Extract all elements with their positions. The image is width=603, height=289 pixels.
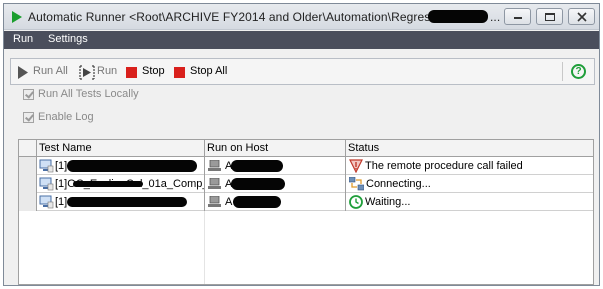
test-grid: Test Name Run on Host Status [1] A The r… <box>18 139 594 285</box>
status-text: Waiting... <box>365 196 411 208</box>
host-computer-icon <box>208 160 221 171</box>
column-header-run-on-host[interactable]: Run on Host <box>204 140 345 157</box>
maximize-icon <box>545 13 555 21</box>
redaction-mark <box>67 197 187 207</box>
column-header-status[interactable]: Status <box>345 140 593 157</box>
stop-button[interactable]: Stop <box>126 65 168 80</box>
toolbar: Run All Run Stop Stop All ? <box>10 58 595 85</box>
host-computer-icon <box>208 178 221 189</box>
minimize-button[interactable] <box>504 8 531 25</box>
title-bar[interactable]: Automatic Runner <Root\ARCHIVE FY2014 an… <box>4 4 599 30</box>
test-name: [1] <box>55 160 68 172</box>
minimize-icon <box>514 17 522 19</box>
test-computer-icon <box>39 159 54 173</box>
menu-settings[interactable]: Settings <box>48 33 88 45</box>
test-computer-icon <box>39 177 54 191</box>
redaction-mark <box>231 178 285 190</box>
row-header[interactable] <box>19 193 37 211</box>
redaction-mark <box>73 181 143 187</box>
column-divider <box>204 211 205 284</box>
run-button[interactable]: Run <box>79 65 121 80</box>
close-button[interactable] <box>568 8 595 25</box>
toolbar-separator <box>562 62 563 81</box>
close-icon <box>577 12 587 22</box>
test-name: [1] <box>55 196 68 208</box>
host-cell: A <box>205 175 346 193</box>
status-text: The remote procedure call failed <box>365 160 523 172</box>
host-cell: A <box>205 193 346 211</box>
stop-icon <box>126 67 137 78</box>
checkbox-check-icon <box>23 89 34 100</box>
run-single-icon <box>79 65 95 80</box>
maximize-button[interactable] <box>536 8 563 25</box>
column-header-test-name[interactable]: Test Name <box>36 140 204 157</box>
automatic-runner-window: Automatic Runner <Root\ARCHIVE FY2014 an… <box>3 3 600 286</box>
grid-header: Test Name Run on Host Status <box>19 140 593 157</box>
row-header[interactable] <box>19 157 37 175</box>
menu-run[interactable]: Run <box>13 33 33 45</box>
menu-bar: Run Settings <box>4 31 599 49</box>
checkbox-check-icon <box>23 112 34 123</box>
status-cell: The remote procedure call failed <box>346 157 593 175</box>
connecting-icon <box>349 177 364 191</box>
stop-all-icon <box>174 67 185 78</box>
status-cell: Connecting... <box>346 175 593 193</box>
stop-label: Stop <box>142 65 165 77</box>
grid-corner <box>19 140 37 157</box>
status-text: Connecting... <box>366 178 431 190</box>
run-all-button[interactable]: Run All <box>17 65 73 80</box>
table-row[interactable]: [1] A Waiting... <box>19 193 593 211</box>
app-play-icon <box>12 11 22 23</box>
error-triangle-icon <box>349 159 363 173</box>
redaction-mark <box>231 160 283 172</box>
host-computer-icon <box>208 196 221 207</box>
test-computer-icon <box>39 195 54 209</box>
stop-all-label: Stop All <box>190 65 228 77</box>
redaction-mark <box>67 160 197 172</box>
table-row[interactable]: [1]OC_ExelineCol_01a_Comp_BZ A Conne <box>19 175 593 193</box>
test-name-cell: [1]OC_ExelineCol_01a_Comp_BZ <box>37 175 205 193</box>
host-name: A <box>225 196 233 208</box>
run-all-play-icon <box>18 66 28 79</box>
status-cell: Waiting... <box>346 193 593 211</box>
stop-all-button[interactable]: Stop All <box>174 65 230 80</box>
window-title: Automatic Runner <Root\ARCHIVE FY2014 an… <box>28 10 464 24</box>
row-header[interactable] <box>19 175 37 193</box>
help-icon[interactable]: ? <box>571 64 586 79</box>
run-label: Run <box>97 65 118 77</box>
clock-icon <box>349 195 363 209</box>
run-locally-label: Run All Tests Locally <box>38 88 139 100</box>
redaction-mark <box>428 10 488 23</box>
redaction-mark <box>233 196 281 208</box>
window-title-ellipsis: ... <box>490 10 501 24</box>
test-name-cell: [1] <box>37 193 205 211</box>
test-name-cell: [1] <box>37 157 205 175</box>
table-row[interactable]: [1] A The remote procedure call failed <box>19 157 593 175</box>
enable-log-label: Enable Log <box>38 111 94 123</box>
host-cell: A <box>205 157 346 175</box>
run-all-label: Run All <box>33 65 68 77</box>
